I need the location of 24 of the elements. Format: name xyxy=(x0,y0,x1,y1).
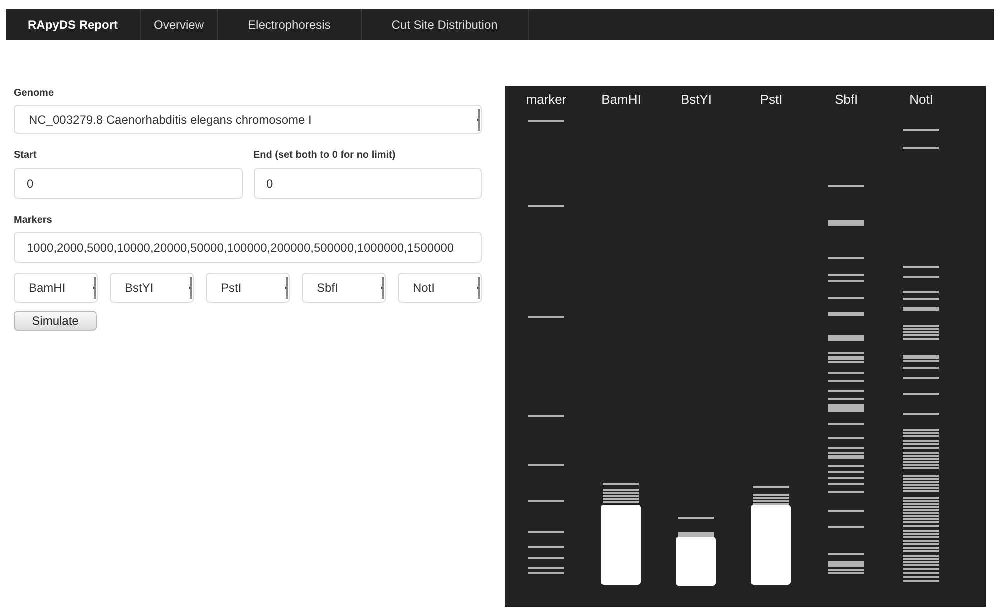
field-label: Start xyxy=(14,149,38,163)
simulate-button[interactable]: Simulate xyxy=(14,311,97,331)
genome-label: Genome xyxy=(14,87,56,101)
brand-link[interactable]: RApyDS Report xyxy=(6,9,142,40)
nav-link[interactable]: Cut Site Distribution xyxy=(362,9,529,40)
markers-label: Markers xyxy=(14,214,54,228)
enzyme-select[interactable]: BstYI xyxy=(110,273,194,303)
enzyme-select[interactable]: SbfI xyxy=(302,273,386,303)
lane-label: BstYI xyxy=(680,91,714,109)
lane-label: marker xyxy=(525,91,568,109)
nav-link[interactable]: Overview xyxy=(141,9,218,40)
lane-label: PstI xyxy=(759,91,784,109)
enzyme-select[interactable]: BamHI xyxy=(14,273,98,303)
number-field[interactable]: 0 xyxy=(14,168,242,199)
lane-label: SbfI xyxy=(834,91,860,109)
enzyme-select[interactable]: PstI xyxy=(206,273,290,303)
markers-field[interactable]: 1000,2000,5000,10000,20000,50000,100000,200000,500000,1000000,1500000 xyxy=(14,232,482,263)
field-label: End (set both to 0 for no limit) xyxy=(254,149,397,163)
lane-label: BamHI xyxy=(600,91,642,109)
lane-label: NotI xyxy=(908,91,934,109)
nav-link[interactable]: Electrophoresis xyxy=(218,9,362,40)
number-field[interactable]: 0 xyxy=(254,168,482,199)
enzyme-select[interactable]: NotI xyxy=(398,273,482,303)
genome-select[interactable]: NC_003279.8 Caenorhabditis elegans chromosome I xyxy=(14,105,482,134)
